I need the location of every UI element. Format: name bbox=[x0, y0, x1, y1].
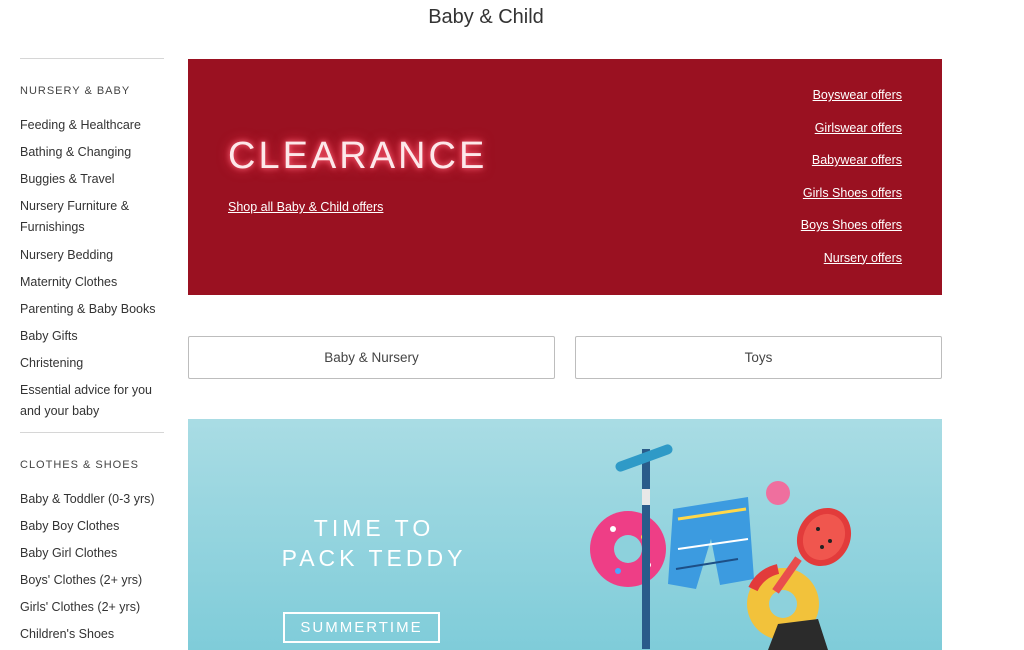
sidebar-divider bbox=[20, 432, 164, 433]
sidebar-item-baby-gifts[interactable]: Baby Gifts bbox=[20, 326, 164, 346]
donut-ring-icon bbox=[590, 511, 666, 587]
sidebar-list-clothes-shoes: Baby & Toddler (0-3 yrs) Baby Boy Clothe… bbox=[20, 489, 164, 644]
sidebar-item-bathing-changing[interactable]: Bathing & Changing bbox=[20, 142, 164, 162]
baby-nursery-button[interactable]: Baby & Nursery bbox=[188, 336, 555, 379]
babywear-offers-link[interactable]: Babywear offers bbox=[812, 153, 902, 167]
summer-products-image bbox=[590, 444, 852, 650]
offer-item: Boyswear offers bbox=[801, 87, 902, 103]
clearance-title: CLEARANCE bbox=[228, 135, 488, 177]
sidebar-item-christening[interactable]: Christening bbox=[20, 353, 164, 373]
sidebar-item-nursery-furniture[interactable]: Nursery Furniture & Furnishings bbox=[20, 196, 164, 238]
sidebar-item-parenting-books[interactable]: Parenting & Baby Books bbox=[20, 299, 164, 319]
girlswear-offers-link[interactable]: Girlswear offers bbox=[815, 121, 902, 135]
sidebar-item-buggies-travel[interactable]: Buggies & Travel bbox=[20, 169, 164, 189]
sidebar-heading-nursery-baby: NURSERY & BABY bbox=[20, 85, 131, 97]
sidebar-item-nursery-bedding[interactable]: Nursery Bedding bbox=[20, 245, 164, 265]
nursery-offers-link[interactable]: Nursery offers bbox=[824, 251, 902, 265]
offer-item: Boys Shoes offers bbox=[801, 217, 902, 233]
offer-item: Babywear offers bbox=[801, 152, 902, 168]
page-title: Baby & Child bbox=[428, 6, 544, 28]
summer-headline-line1: TIME TO bbox=[313, 515, 435, 541]
paddle-icon bbox=[772, 507, 852, 594]
offer-item: Girlswear offers bbox=[801, 120, 902, 136]
offer-item: Nursery offers bbox=[801, 250, 902, 266]
offer-item: Girls Shoes offers bbox=[801, 185, 902, 201]
sidebar-heading-clothes-shoes: CLOTHES & SHOES bbox=[20, 459, 139, 471]
sidebar-item-feeding-healthcare[interactable]: Feeding & Healthcare bbox=[20, 115, 164, 135]
swim-shorts-icon bbox=[668, 497, 754, 589]
sidebar-item-baby-toddler[interactable]: Baby & Toddler (0-3 yrs) bbox=[20, 489, 164, 509]
sidebar-item-essential-advice[interactable]: Essential advice for you and your baby bbox=[20, 380, 164, 422]
sidebar-divider bbox=[20, 58, 164, 59]
summer-banner[interactable]: TIME TO PACK TEDDY SUMMERTIME bbox=[188, 419, 942, 650]
boyswear-offers-link[interactable]: Boyswear offers bbox=[813, 88, 902, 102]
shop-all-offers-link[interactable]: Shop all Baby & Child offers bbox=[228, 200, 383, 214]
summer-headline-line2: PACK TEDDY bbox=[281, 545, 467, 571]
clearance-banner[interactable]: CLEARANCE Shop all Baby & Child offers B… bbox=[188, 59, 942, 295]
sidebar-item-girls-clothes[interactable]: Girls' Clothes (2+ yrs) bbox=[20, 597, 164, 617]
sidebar-item-maternity-clothes[interactable]: Maternity Clothes bbox=[20, 272, 164, 292]
toys-button[interactable]: Toys bbox=[575, 336, 942, 379]
summer-banner-headline: TIME TO PACK TEDDY bbox=[188, 513, 560, 573]
boys-shoes-offers-link[interactable]: Boys Shoes offers bbox=[801, 218, 902, 232]
sidebar-item-baby-boy-clothes[interactable]: Baby Boy Clothes bbox=[20, 516, 164, 536]
summertime-button[interactable]: SUMMERTIME bbox=[283, 612, 440, 643]
ball-icon bbox=[766, 481, 790, 505]
sidebar-item-boys-clothes[interactable]: Boys' Clothes (2+ yrs) bbox=[20, 570, 164, 590]
sidebar-item-baby-girl-clothes[interactable]: Baby Girl Clothes bbox=[20, 543, 164, 563]
sidebar-list-nursery-baby: Feeding & Healthcare Bathing & Changing … bbox=[20, 115, 164, 422]
offers-list: Boyswear offers Girlswear offers Babywea… bbox=[801, 87, 902, 282]
sidebar-item-childrens-shoes[interactable]: Children's Shoes bbox=[20, 624, 164, 644]
category-sidebar: NURSERY & BABY Feeding & Healthcare Bath… bbox=[20, 58, 164, 650]
girls-shoes-offers-link[interactable]: Girls Shoes offers bbox=[803, 186, 902, 200]
